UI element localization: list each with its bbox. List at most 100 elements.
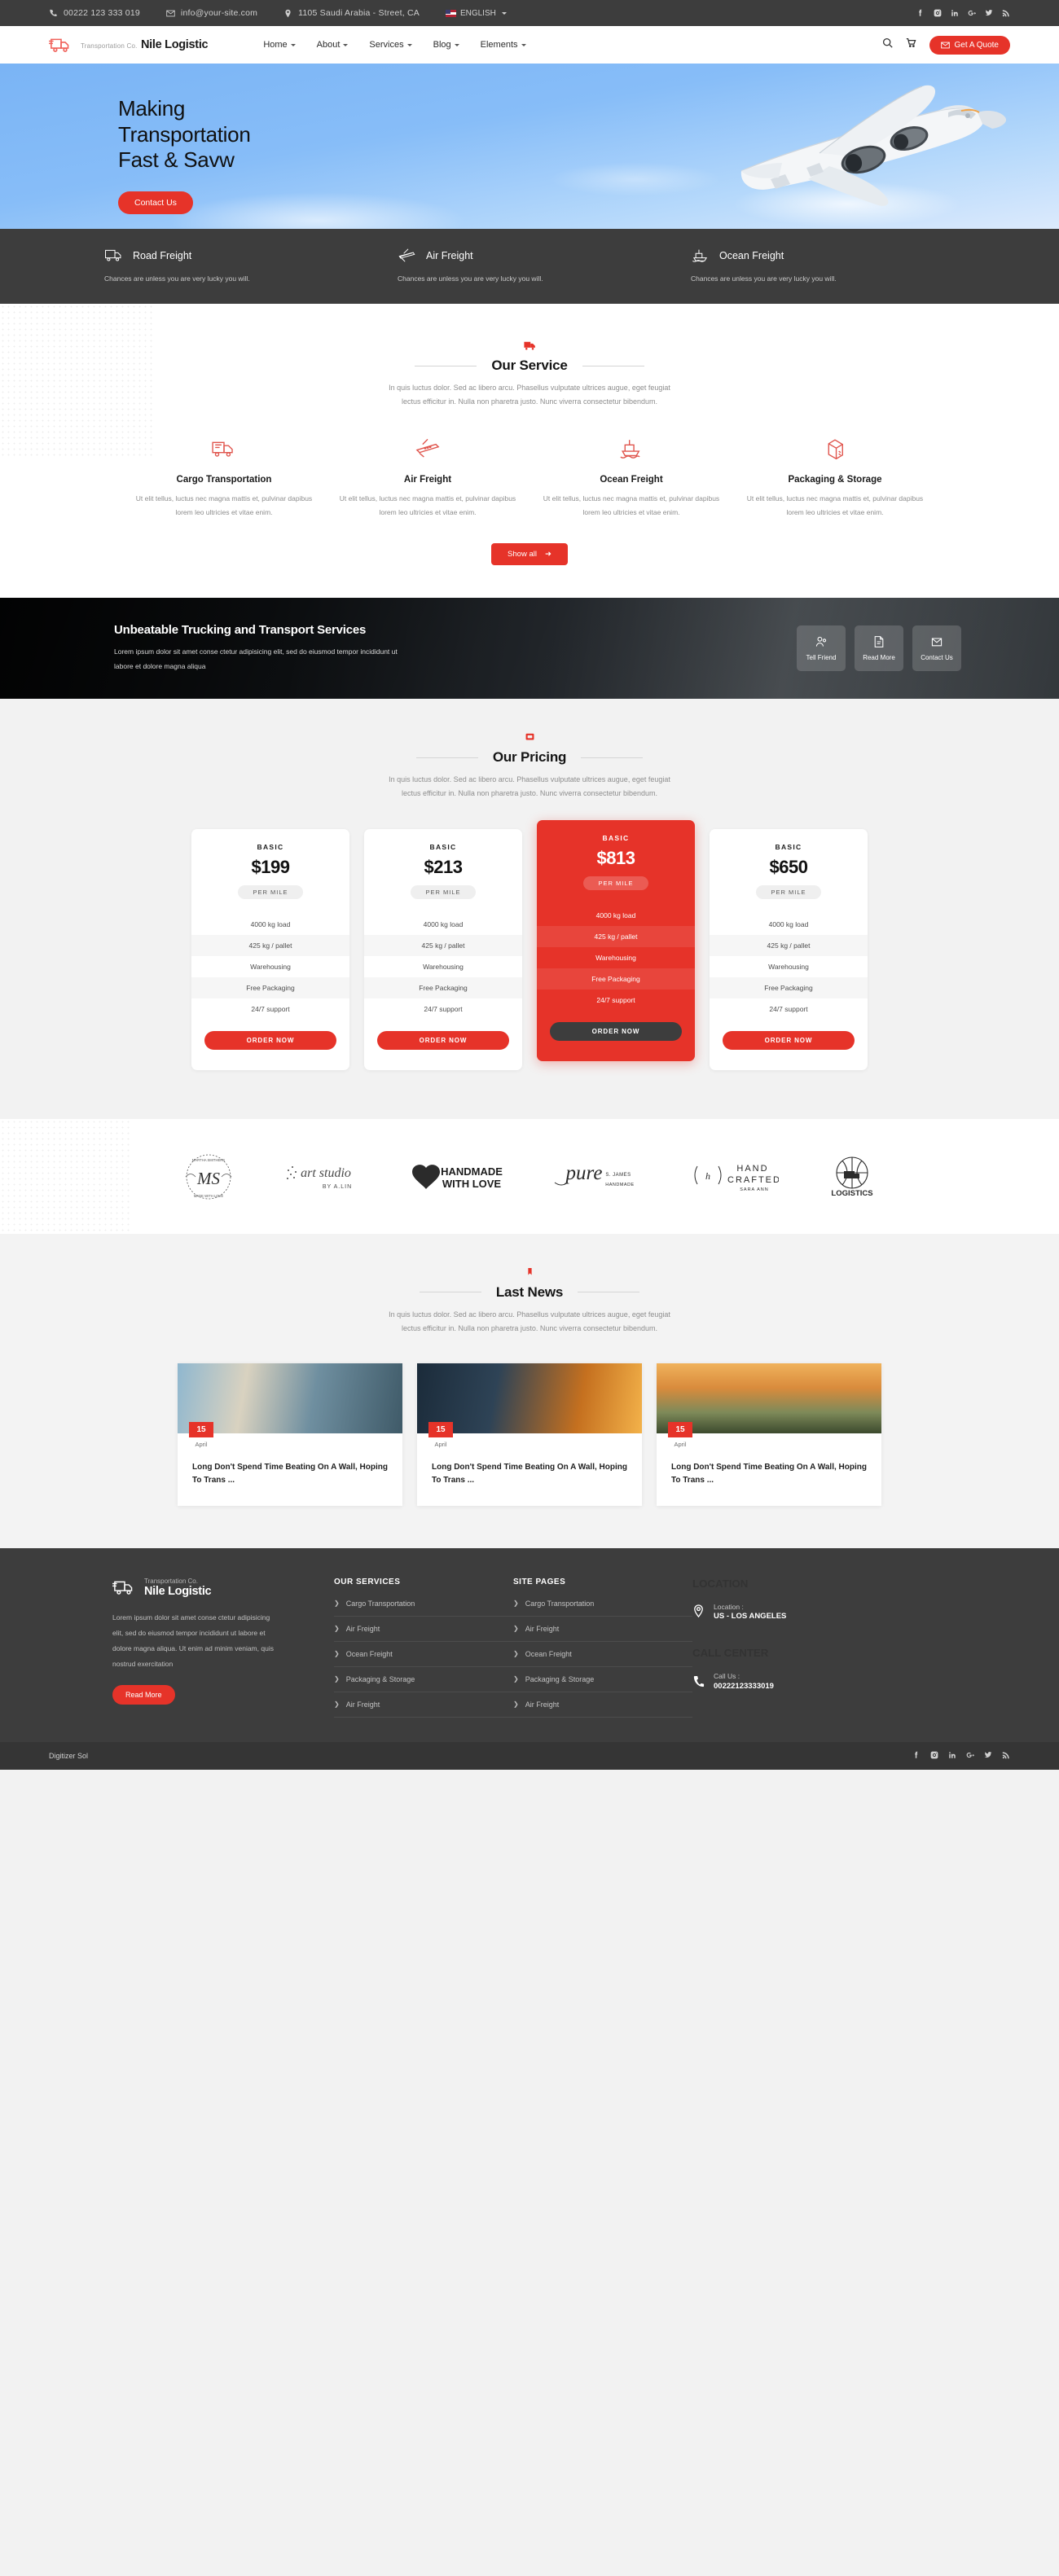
- social-google-plus[interactable]: [966, 1749, 974, 1763]
- chevron-right-icon: ❯: [334, 1675, 340, 1683]
- plan-feature: Free Packaging: [537, 968, 695, 990]
- footer-service-link[interactable]: ❯ Cargo Transportation: [334, 1591, 513, 1617]
- footer-page-link[interactable]: ❯ Air Freight: [513, 1692, 692, 1718]
- footer-page-link[interactable]: ❯ Ocean Freight: [513, 1642, 692, 1667]
- show-all-button[interactable]: Show all ➜: [491, 543, 568, 566]
- news-image-truck: 15 April: [178, 1363, 402, 1451]
- footer-service-link[interactable]: ❯ Ocean Freight: [334, 1642, 513, 1667]
- top-bar: 00222 123 333 019 info@your-site.com 110…: [0, 0, 1059, 26]
- svg-text:pure: pure: [565, 1162, 603, 1184]
- cta-text: Lorem ipsum dolor sit amet conse ctetur …: [114, 645, 505, 674]
- chevron-down-icon: [521, 43, 526, 46]
- cart-icon[interactable]: [906, 37, 916, 52]
- social-facebook[interactable]: [912, 1749, 921, 1763]
- social-rss[interactable]: [1002, 1749, 1010, 1763]
- news-month: April: [668, 1437, 692, 1451]
- language-selector[interactable]: ENGLISH: [445, 9, 507, 18]
- order-now-button[interactable]: ORDER NOW: [723, 1030, 855, 1050]
- bottom-bar: Digitizer Sol: [0, 1741, 1059, 1770]
- nav-item-elements[interactable]: Elements: [481, 40, 526, 50]
- plan-feature: 4000 kg load: [423, 919, 464, 928]
- section-title: Our Pricing: [492, 749, 567, 766]
- social-instagram[interactable]: [930, 1749, 938, 1763]
- brand-logo-link[interactable]: Transportation Co. Nile Logistic: [49, 36, 209, 55]
- plan-period: PER MILE: [756, 884, 821, 899]
- cta-button-read-more[interactable]: Read More: [855, 625, 903, 672]
- social-linkedin[interactable]: [948, 1749, 956, 1763]
- footer-page-link[interactable]: ❯ Air Freight: [513, 1617, 692, 1642]
- section-bookmark-icon: [0, 1266, 1059, 1282]
- freight-text: Chances are unless you are very lucky yo…: [104, 274, 250, 283]
- cta-button-tell-friend[interactable]: Tell Friend: [797, 625, 846, 672]
- cta-banner: Unbeatable Trucking and Transport Servic…: [0, 598, 1059, 700]
- social-facebook[interactable]: [916, 9, 925, 17]
- footer-link-label: Air Freight: [525, 1624, 560, 1633]
- brand-logo-logistics: LOGISTICS: [824, 1153, 880, 1205]
- quote-button-label: Get A Quote: [954, 40, 999, 50]
- ship-icon: [692, 249, 708, 262]
- nav-item-services[interactable]: Services: [369, 40, 412, 50]
- subtitle-line-1: In quis luctus dolor. Sed ac libero arcu…: [389, 775, 670, 784]
- footer-call-title: CALL CENTER: [692, 1647, 769, 1660]
- plan-feature: 24/7 support: [769, 1004, 808, 1013]
- svg-text:LOGISTICS: LOGISTICS: [831, 1189, 872, 1198]
- social-linkedin[interactable]: [951, 9, 959, 17]
- order-now-button[interactable]: ORDER NOW: [550, 1021, 682, 1041]
- service-card-cargo[interactable]: Cargo Transportation Ut elit tellus, luc…: [122, 437, 326, 519]
- news-card[interactable]: 15 April Long Don't Spend Time Beating O…: [657, 1363, 881, 1506]
- plan-feature: 24/7 support: [424, 1004, 463, 1013]
- svg-text:MADE WITH LOVE: MADE WITH LOVE: [194, 1194, 224, 1198]
- news-card[interactable]: 15 April Long Don't Spend Time Beating O…: [417, 1363, 642, 1506]
- plan-feature: 425 kg / pallet: [364, 934, 522, 956]
- social-twitter[interactable]: [985, 9, 993, 17]
- chevron-right-icon: ❯: [334, 1625, 340, 1633]
- social-instagram[interactable]: [934, 9, 942, 17]
- get-a-quote-button[interactable]: Get A Quote: [929, 35, 1010, 55]
- service-card-packaging[interactable]: Packaging & Storage Ut elit tellus, luct…: [733, 437, 937, 519]
- nav-label: Services: [369, 40, 404, 50]
- plan-period: PER MILE: [411, 884, 476, 899]
- footer-service-link[interactable]: ❯ Air Freight: [334, 1617, 513, 1642]
- footer-link-label: Air Freight: [345, 1624, 380, 1633]
- service-card-air[interactable]: Air Freight Ut elit tellus, luctus nec m…: [326, 437, 530, 519]
- cta-button-label: Contact Us: [921, 654, 953, 662]
- nav-label: Home: [263, 40, 288, 50]
- nav-item-home[interactable]: Home: [263, 40, 296, 50]
- envelope-icon: [940, 42, 950, 48]
- ship-icon: [541, 437, 722, 465]
- topbar-address: 1105 Saudi Arabia - Street, CA: [283, 8, 420, 18]
- truck-logo-icon: [112, 1581, 133, 1595]
- order-now-button[interactable]: ORDER NOW: [204, 1030, 336, 1050]
- bottom-social-links: [912, 1749, 1010, 1763]
- news-image-highway: 15 April: [657, 1363, 881, 1451]
- footer-service-link[interactable]: ❯ Packaging & Storage: [334, 1667, 513, 1692]
- plane-icon: [337, 437, 518, 465]
- hero-text-block: Making Transportation Fast & Savw Contac…: [118, 96, 460, 215]
- search-icon[interactable]: [882, 37, 893, 52]
- pricing-card: BASIC $199 PER MILE 4000 kg load 425 kg …: [191, 828, 349, 1070]
- brand-logo-art-studio: art studio BY A.LIN: [283, 1159, 362, 1199]
- hero-title-line-2: Transportation: [118, 121, 251, 147]
- social-google-plus[interactable]: [968, 9, 976, 17]
- news-image-ship: 15 April: [417, 1363, 642, 1451]
- footer-service-link[interactable]: ❯ Air Freight: [334, 1692, 513, 1718]
- footer-read-more-button[interactable]: Read More: [112, 1685, 175, 1705]
- nav-item-blog[interactable]: Blog: [433, 40, 459, 50]
- main-navigation: Home About Services Blog Elements: [263, 40, 526, 50]
- hero-contact-us-button[interactable]: Contact Us: [118, 191, 193, 215]
- footer-page-link[interactable]: ❯ Packaging & Storage: [513, 1667, 692, 1692]
- cta-button-label: Tell Friend: [806, 654, 837, 662]
- cta-button-contact-us[interactable]: Contact Us: [912, 625, 961, 672]
- social-rss[interactable]: [1002, 9, 1010, 17]
- section-pricing-icon: [0, 731, 1059, 747]
- service-card-ocean[interactable]: Ocean Freight Ut elit tellus, luctus nec…: [530, 437, 733, 519]
- social-twitter[interactable]: [984, 1749, 992, 1763]
- footer-brand[interactable]: Transportation Co. Nile Logistic: [112, 1578, 334, 1599]
- plan-name: BASIC: [775, 842, 802, 851]
- footer-page-link[interactable]: ❯ Cargo Transportation: [513, 1591, 692, 1617]
- order-now-button[interactable]: ORDER NOW: [377, 1030, 509, 1050]
- news-card[interactable]: 15 April Long Don't Spend Time Beating O…: [178, 1363, 402, 1506]
- nav-item-about[interactable]: About: [317, 40, 349, 50]
- nav-label: Blog: [433, 40, 451, 50]
- truck-logo-icon: [49, 36, 73, 55]
